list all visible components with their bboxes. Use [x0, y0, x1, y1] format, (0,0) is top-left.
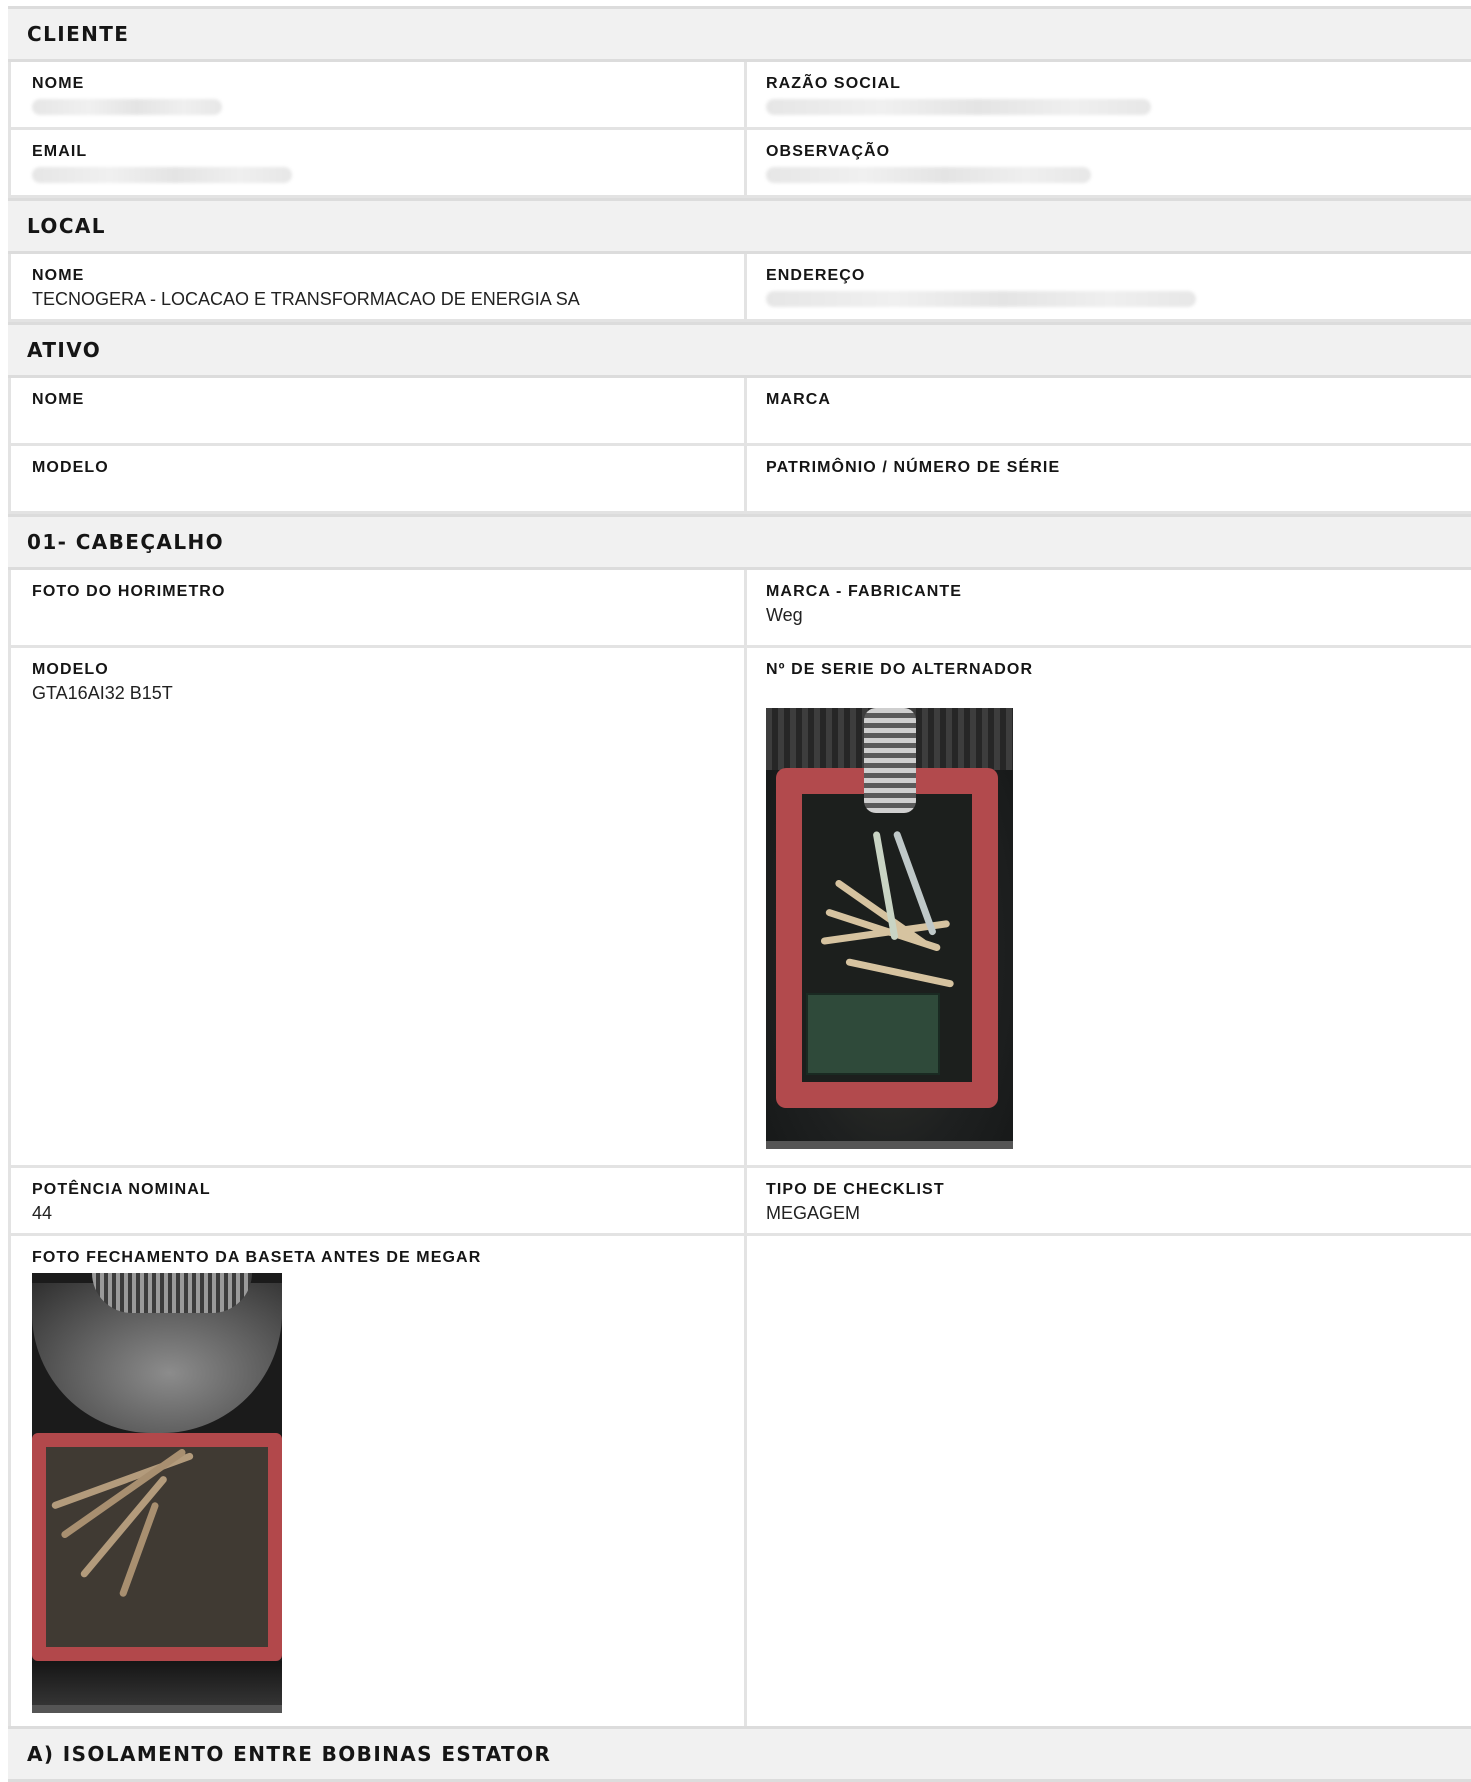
potencia-label: POTÊNCIA NOMINAL	[32, 1181, 211, 1198]
ativo-patrimonio-label: PATRIMÔNIO / NÚMERO DE SÉRIE	[766, 459, 1061, 476]
tipo-checklist-cell: TIPO DE CHECKLIST MEGAGEM	[744, 1168, 1471, 1233]
photo-pcb-detail	[806, 993, 940, 1075]
ativo-nome-cell: NOME	[8, 378, 744, 443]
photo-alternator-grille	[92, 1273, 252, 1313]
junction-box-photo[interactable]	[766, 708, 1013, 1149]
ativo-modelo-label: MODELO	[32, 459, 109, 476]
serie-alternador-label: Nº DE SERIE DO ALTERNADOR	[766, 661, 1034, 678]
ativo-modelo-cell: MODELO	[8, 446, 744, 511]
potencia-cell: POTÊNCIA NOMINAL 44	[8, 1168, 744, 1233]
ativo-patrimonio-cell: PATRIMÔNIO / NÚMERO DE SÉRIE	[744, 446, 1471, 511]
cliente-nome-redacted	[32, 99, 222, 115]
photo-caption-bar	[766, 1141, 1013, 1149]
section-header-local: LOCAL	[8, 198, 1471, 254]
cliente-email-label: EMAIL	[32, 143, 88, 160]
ativo-row-2: MODELO PATRIMÔNIO / NÚMERO DE SÉRIE	[8, 446, 1471, 514]
cabecalho-row-4: FOTO FECHAMENTO DA BASETA ANTES DE MEGAR	[8, 1236, 1471, 1726]
local-nome-value: TECNOGERA - LOCACAO E TRANSFORMACAO DE E…	[32, 289, 580, 309]
section-header-ativo: ATIVO	[8, 322, 1471, 378]
local-nome-cell: NOME TECNOGERA - LOCACAO E TRANSFORMACAO…	[8, 254, 744, 319]
cliente-obs-cell: OBSERVAÇÃO	[744, 130, 1471, 195]
photo-caption-bar	[32, 1705, 282, 1713]
section-title-cliente: CLIENTE	[27, 22, 130, 46]
cliente-obs-redacted	[766, 167, 1091, 183]
foto-horimetro-cell: FOTO DO HORIMETRO	[8, 570, 744, 645]
marca-fabricante-label: MARCA - FABRICANTE	[766, 583, 963, 600]
local-endereco-redacted	[766, 291, 1196, 307]
cabecalho-row-3: POTÊNCIA NOMINAL 44 TIPO DE CHECKLIST ME…	[8, 1168, 1471, 1236]
foto-horimetro-label: FOTO DO HORIMETRO	[32, 583, 226, 600]
cliente-nome-label: NOME	[32, 75, 85, 92]
cliente-row-2: EMAIL OBSERVAÇÃO	[8, 130, 1471, 198]
cabecalho-row-1: FOTO DO HORIMETRO MARCA - FABRICANTE Weg	[8, 570, 1471, 648]
section-header-cabecalho: 01- CABEÇALHO	[8, 514, 1471, 570]
section-header-cliente: CLIENTE	[8, 6, 1471, 62]
photo-hose-detail	[864, 708, 916, 813]
local-nome-label: NOME	[32, 267, 85, 284]
cliente-row-1: NOME RAZÃO SOCIAL	[8, 62, 1471, 130]
cliente-email-cell: EMAIL	[8, 130, 744, 195]
potencia-value: 44	[32, 1203, 53, 1223]
ativo-marca-cell: MARCA	[744, 378, 1471, 443]
empty-cell	[744, 1236, 1471, 1726]
marca-fabricante-value: Weg	[766, 605, 803, 625]
modelo-label: MODELO	[32, 661, 109, 678]
cliente-razao-label: RAZÃO SOCIAL	[766, 75, 901, 92]
modelo-cell: MODELO GTA16AI32 B15T	[8, 648, 744, 1165]
modelo-value: GTA16AI32 B15T	[32, 683, 173, 703]
foto-baseta-label: FOTO FECHAMENTO DA BASETA ANTES DE MEGAR	[32, 1249, 482, 1266]
cliente-razao-cell: RAZÃO SOCIAL	[744, 62, 1471, 127]
cliente-razao-redacted	[766, 99, 1151, 115]
local-endereco-label: ENDEREÇO	[766, 267, 866, 284]
ativo-nome-label: NOME	[32, 391, 85, 408]
ativo-marca-label: MARCA	[766, 391, 832, 408]
section-title-local: LOCAL	[27, 214, 106, 238]
section-title-cabecalho: 01- CABEÇALHO	[27, 530, 224, 554]
tipo-checklist-label: TIPO DE CHECKLIST	[766, 1181, 945, 1198]
cabecalho-row-2: MODELO GTA16AI32 B15T Nº DE SERIE DO ALT…	[8, 648, 1471, 1168]
tipo-checklist-value: MEGAGEM	[766, 1203, 861, 1223]
foto-baseta-cell: FOTO FECHAMENTO DA BASETA ANTES DE MEGAR	[8, 1236, 744, 1726]
serie-alternador-cell: Nº DE SERIE DO ALTERNADOR	[744, 648, 1471, 1165]
marca-fabricante-cell: MARCA - FABRICANTE Weg	[744, 570, 1471, 645]
local-endereco-cell: ENDEREÇO	[744, 254, 1471, 319]
baseta-photo[interactable]	[32, 1273, 282, 1713]
cliente-obs-label: OBSERVAÇÃO	[766, 143, 891, 160]
cliente-email-redacted	[32, 167, 292, 183]
ativo-row-1: NOME MARCA	[8, 378, 1471, 446]
section-title-isolamento: A) ISOLAMENTO ENTRE BOBINAS ESTATOR	[27, 1742, 552, 1766]
cliente-nome-cell: NOME	[8, 62, 744, 127]
local-row-1: NOME TECNOGERA - LOCACAO E TRANSFORMACAO…	[8, 254, 1471, 322]
section-header-isolamento: A) ISOLAMENTO ENTRE BOBINAS ESTATOR	[8, 1726, 1471, 1782]
section-title-ativo: ATIVO	[27, 338, 102, 362]
checklist-report: CLIENTE NOME RAZÃO SOCIAL EMAIL OBSERVAÇ…	[8, 6, 1471, 1782]
